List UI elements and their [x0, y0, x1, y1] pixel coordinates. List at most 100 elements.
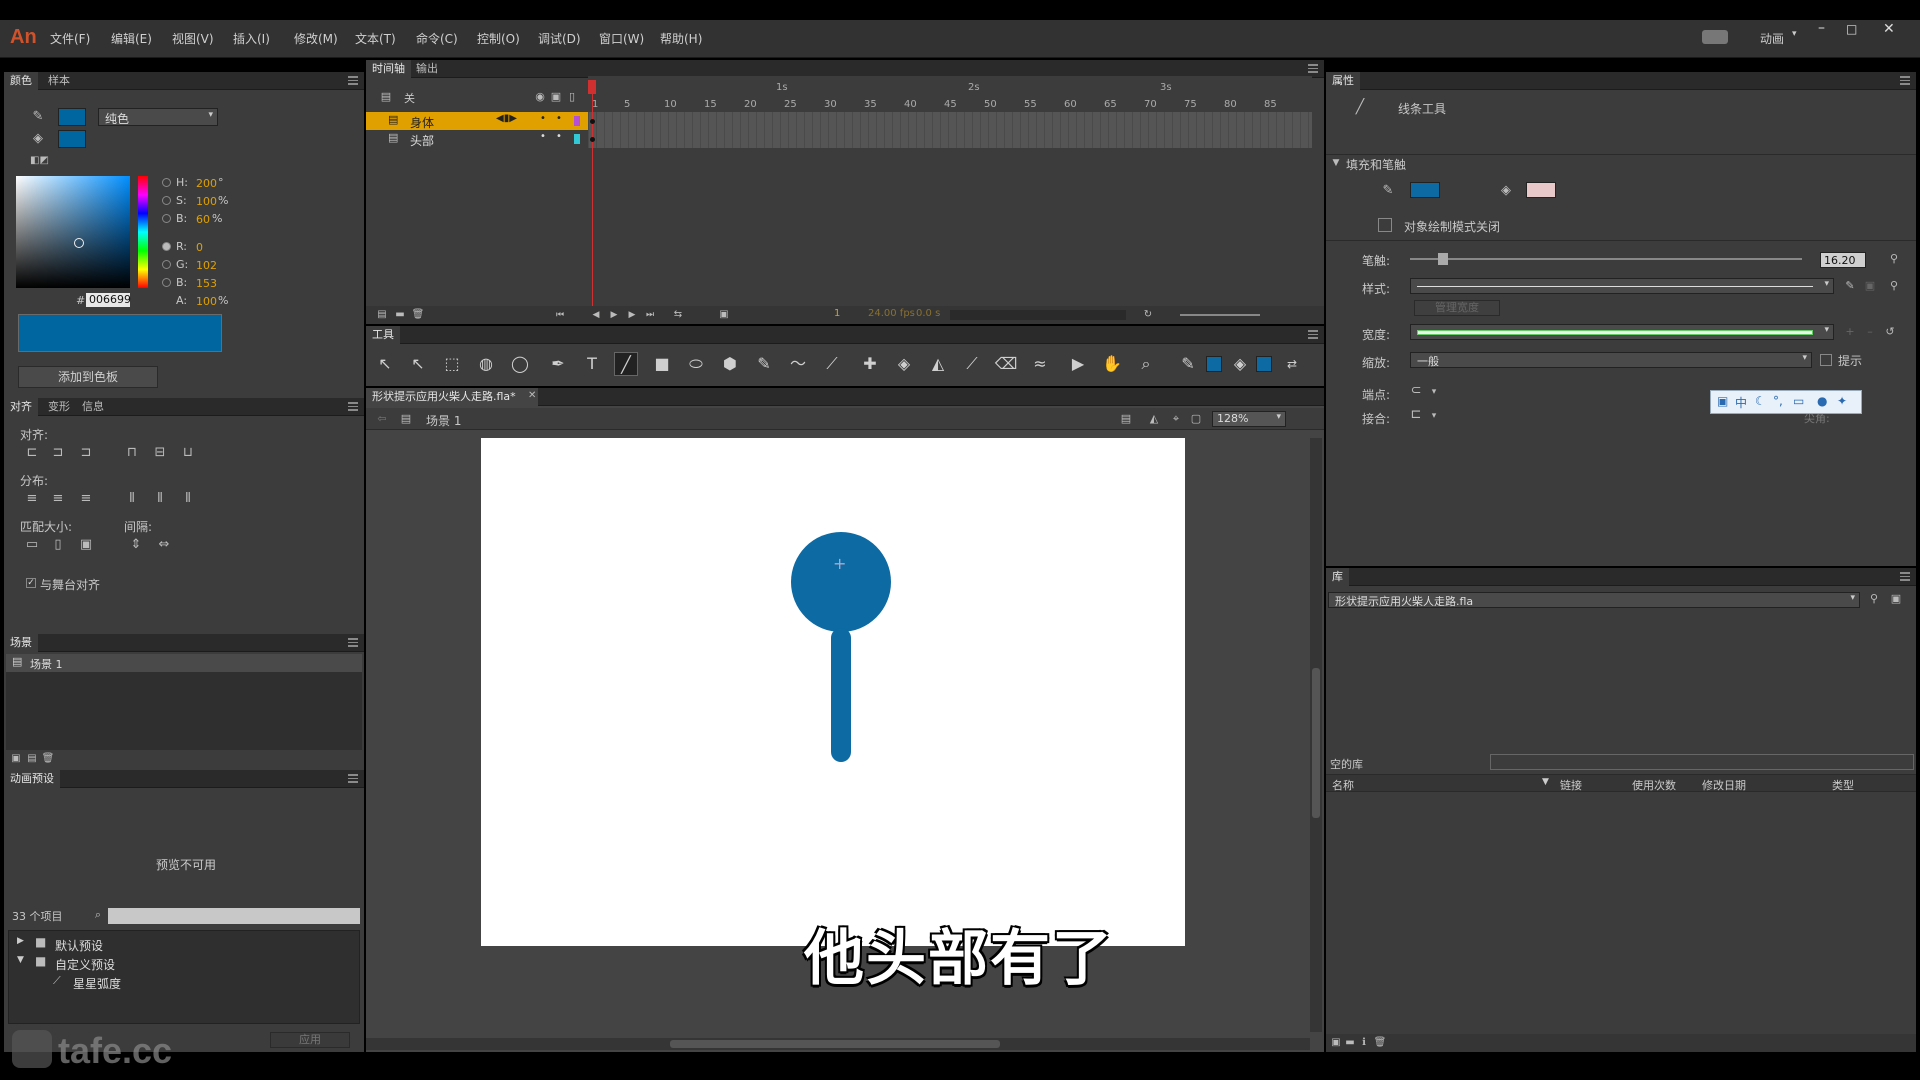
space-horizontal-icon[interactable]: ⇔: [156, 538, 172, 552]
match-height-icon[interactable]: ▯: [50, 538, 66, 552]
tab-library[interactable]: 库: [1326, 568, 1349, 586]
add-width-icon[interactable]: +: [1842, 325, 1858, 339]
align-bottom-icon[interactable]: ⊔: [180, 446, 196, 460]
blue-value[interactable]: 153: [196, 277, 217, 290]
layer-lock-dot[interactable]: •: [556, 113, 562, 124]
fill-color-tool-swatch[interactable]: [1256, 356, 1272, 372]
menu-item[interactable]: 控制(O): [477, 30, 520, 47]
stroke-color-button[interactable]: [1410, 182, 1440, 198]
saturation-value[interactable]: 100: [196, 195, 217, 208]
red-value[interactable]: 0: [196, 241, 203, 254]
elapsed-time[interactable]: 0.0 s: [916, 308, 940, 319]
timeline-scrollbar[interactable]: [950, 310, 1126, 320]
manage-widths-button[interactable]: 管理宽度: [1414, 300, 1500, 316]
cap-dropdown-icon[interactable]: ▾: [1426, 385, 1442, 399]
distribute-top-icon[interactable]: ≡: [24, 492, 40, 506]
layout-switch-icon[interactable]: [1702, 30, 1728, 44]
playhead[interactable]: [592, 80, 593, 306]
zoom-tool-icon[interactable]: ⌕: [1134, 352, 1158, 376]
horizontal-scrollbar[interactable]: [366, 1038, 1310, 1050]
new-layer-icon[interactable]: ▤: [374, 308, 390, 322]
preset-search-input[interactable]: [108, 908, 360, 924]
maximize-icon[interactable]: □: [1846, 22, 1857, 36]
ime-user-icon[interactable]: ●: [1817, 394, 1827, 408]
ime-toolbar[interactable]: ▣ 中 ☾ °, ▭ ● ✦: [1710, 390, 1862, 414]
ime-mode-icon[interactable]: ▣: [1717, 394, 1728, 408]
layer-lock-dot[interactable]: •: [556, 131, 562, 142]
stage-canvas[interactable]: +: [481, 438, 1185, 946]
stroke-color-tool-icon[interactable]: ✎: [1176, 352, 1200, 376]
tab-timeline[interactable]: 时间轴: [366, 60, 411, 78]
expand-arrow-icon[interactable]: ▼: [17, 955, 24, 965]
layer-row[interactable]: ▤ 头部 • •: [366, 130, 588, 148]
snap-icon[interactable]: ⌖: [1168, 412, 1184, 426]
ink-bottle-tool-icon[interactable]: ◭: [926, 352, 950, 376]
stroke-style-icon[interactable]: ▣: [1862, 279, 1878, 293]
sort-arrow-icon[interactable]: ▼: [1542, 777, 1549, 787]
eye-icon[interactable]: ◉: [532, 90, 548, 104]
library-search-input[interactable]: [1490, 754, 1914, 770]
pencil-stroke-icon[interactable]: ✎: [30, 110, 46, 124]
green-radio[interactable]: [162, 260, 171, 269]
vertical-scroll-thumb[interactable]: [1312, 668, 1320, 818]
pencil-tool-icon[interactable]: ✎: [752, 352, 776, 376]
column-type[interactable]: 类型: [1832, 777, 1854, 793]
distribute-right-icon[interactable]: ⫴: [180, 492, 196, 506]
prev-frame-icon[interactable]: ◀: [588, 308, 604, 322]
paint-bucket-tool-icon[interactable]: ◈: [892, 352, 916, 376]
menu-item[interactable]: 插入(I): [233, 30, 270, 47]
paint-brush-tool-icon[interactable]: ⟋: [820, 352, 844, 376]
delete-icon[interactable]: 🗑: [1372, 1036, 1388, 1050]
lock-icon[interactable]: ▣: [548, 90, 564, 104]
stroke-input[interactable]: 16.20: [1820, 252, 1866, 268]
color-spectrum-field[interactable]: [16, 176, 130, 288]
alpha-value[interactable]: 100: [196, 295, 217, 308]
menu-item[interactable]: 视图(V): [172, 30, 214, 47]
layer-visible-dot[interactable]: •: [540, 113, 546, 124]
menu-item[interactable]: 编辑(E): [111, 30, 152, 47]
pin-icon[interactable]: ⚲: [1886, 252, 1902, 266]
panel-menu-icon[interactable]: [1900, 76, 1910, 85]
expand-arrow-icon[interactable]: ▶: [17, 936, 24, 946]
apply-button[interactable]: 应用: [270, 1032, 350, 1048]
fill-color-button[interactable]: [1526, 182, 1556, 198]
hue-value[interactable]: 200: [196, 177, 217, 190]
properties-icon[interactable]: ℹ: [1356, 1036, 1372, 1050]
brightness-radio[interactable]: [162, 214, 171, 223]
join-style-icon[interactable]: ⊏: [1408, 408, 1424, 422]
panel-menu-icon[interactable]: [1308, 330, 1318, 339]
column-linkage[interactable]: 链接: [1560, 777, 1582, 793]
match-both-icon[interactable]: ▣: [78, 538, 94, 552]
playhead-handle[interactable]: [588, 80, 596, 94]
tab-motion-presets[interactable]: 动画预设: [4, 770, 60, 788]
panel-menu-icon[interactable]: [348, 774, 358, 783]
column-use-count[interactable]: 使用次数: [1632, 777, 1676, 793]
document-tab[interactable]: 形状提示应用火柴人走路.fla*: [366, 388, 538, 406]
tab-info[interactable]: 信息: [76, 398, 110, 416]
align-left-icon[interactable]: ⊏: [24, 446, 40, 460]
reset-width-icon[interactable]: ↺: [1882, 325, 1898, 339]
hex-input[interactable]: 006699: [86, 293, 131, 307]
align-right-icon[interactable]: ⊐: [78, 446, 94, 460]
play-icon[interactable]: ▶: [606, 308, 622, 322]
layer-color-chip[interactable]: [574, 116, 580, 126]
ime-settings-icon[interactable]: ✦: [1837, 394, 1847, 408]
pen-tool-icon[interactable]: ✒: [546, 352, 570, 376]
section-toggle-icon[interactable]: ▼: [1328, 156, 1344, 170]
remove-width-icon[interactable]: –: [1862, 325, 1878, 339]
hand-tool-icon[interactable]: ✋: [1100, 352, 1124, 376]
panel-menu-icon[interactable]: [348, 402, 358, 411]
align-top-icon[interactable]: ⊓: [124, 446, 140, 460]
3d-rotation-tool-icon[interactable]: ◍: [474, 352, 498, 376]
panel-menu-icon[interactable]: [348, 76, 358, 85]
tree-item[interactable]: ⟋ 星星弧度: [9, 973, 359, 991]
vertical-scrollbar[interactable]: [1310, 438, 1322, 1032]
close-icon[interactable]: ✕: [1883, 21, 1895, 37]
frame-grid[interactable]: [588, 112, 1312, 148]
ime-punct-icon[interactable]: °,: [1773, 394, 1783, 408]
hinting-checkbox[interactable]: [1820, 354, 1832, 366]
blue-radio[interactable]: [162, 278, 171, 287]
hue-radio[interactable]: [162, 178, 171, 187]
workspace-dropdown-icon[interactable]: ▾: [1792, 29, 1797, 39]
free-transform-tool-icon[interactable]: ⬚: [440, 352, 464, 376]
